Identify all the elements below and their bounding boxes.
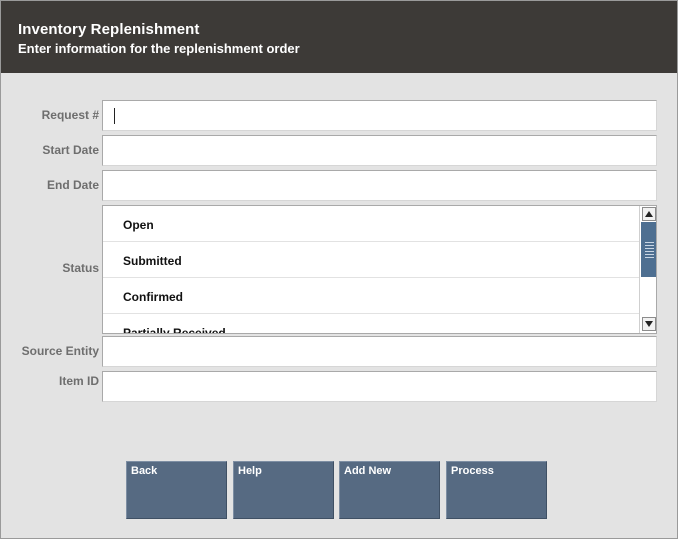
item-id-label: Item ID [58,374,99,388]
request-number-input[interactable] [102,100,657,131]
scroll-down-button[interactable] [642,317,656,331]
status-listbox[interactable]: Open Submitted Confirmed Partially Recei… [102,205,657,334]
status-option-open[interactable]: Open [103,206,639,242]
scroll-up-button[interactable] [642,207,656,221]
source-entity-label: Source Entity [21,344,99,358]
page-title: Inventory Replenishment [18,21,200,38]
back-button[interactable]: Back [126,461,227,519]
status-option-label: Submitted [123,254,182,268]
status-option-label: Partially Received [123,326,226,334]
header-bar: Inventory Replenishment Enter informatio… [1,1,677,73]
add-new-button-label: Add New [344,465,392,477]
back-button-label: Back [131,465,158,477]
text-caret [114,108,115,124]
end-date-label: End Date [46,178,99,192]
status-option-label: Confirmed [123,290,183,304]
status-option-confirmed[interactable]: Confirmed [103,278,639,314]
status-option-submitted[interactable]: Submitted [103,242,639,278]
add-new-button[interactable]: Add New [339,461,440,519]
scroll-thumb[interactable] [641,222,656,277]
source-entity-input[interactable] [102,336,657,367]
app-window: Inventory Replenishment Enter informatio… [0,0,678,539]
request-number-label: Request # [41,108,99,122]
process-button[interactable]: Process [446,461,547,519]
start-date-input[interactable] [102,135,657,166]
status-scrollbar[interactable] [639,206,656,333]
end-date-input[interactable] [102,170,657,201]
process-button-label: Process [451,465,494,477]
arrow-down-icon [645,321,653,327]
arrow-up-icon [645,211,653,217]
help-button[interactable]: Help [233,461,334,519]
status-label: Status [62,261,99,275]
status-option-partially-received[interactable]: Partially Received [103,314,639,334]
help-button-label: Help [238,465,262,477]
start-date-label: Start Date [42,143,99,157]
page-subtitle: Enter information for the replenishment … [18,41,300,56]
item-id-input[interactable] [102,371,657,402]
status-option-label: Open [123,218,154,232]
